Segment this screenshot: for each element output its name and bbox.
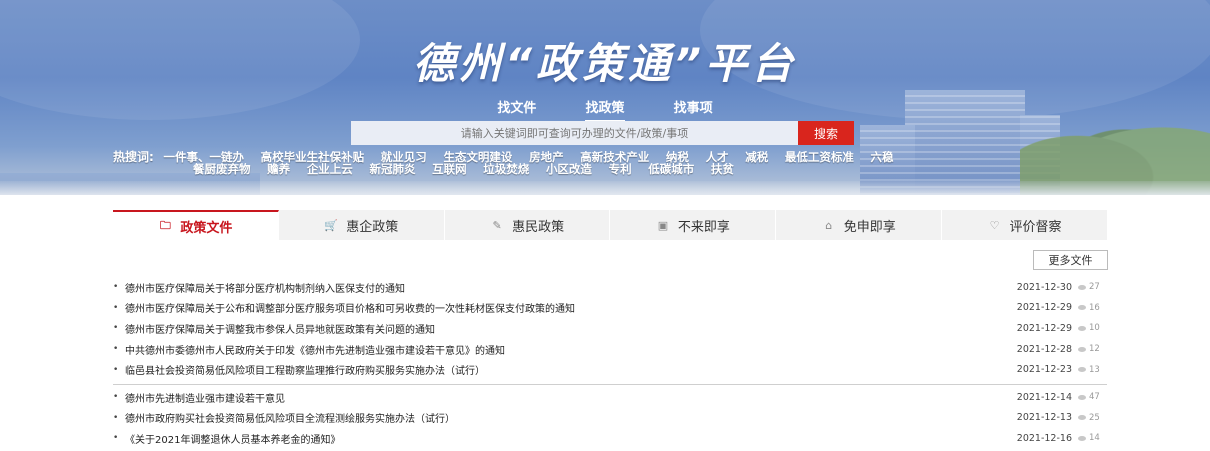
hot-term[interactable]: 垃圾焚烧 — [483, 163, 529, 175]
list-item: • 德州市政府购买社会投资简易低风险项目全流程测绘服务实施办法（试行） 2021… — [113, 408, 1107, 429]
view-count: 14 — [1089, 433, 1100, 444]
document-date: 2021-12-28 — [1016, 343, 1072, 355]
view-count: 10 — [1089, 323, 1100, 334]
eye-icon — [1078, 435, 1086, 441]
tab-find-policies[interactable]: 找政策 — [585, 97, 625, 122]
tab-label: 惠民政策 — [512, 219, 565, 235]
list-item: • 《关于2021年调整退休人员基本养老金的通知》 2021-12-16 14 — [113, 428, 1107, 449]
tab-find-items[interactable]: 找事项 — [674, 97, 713, 120]
document-link[interactable]: 德州市政府购买社会投资简易低风险项目全流程测绘服务实施办法（试行） — [125, 410, 1000, 425]
hot-term[interactable]: 餐厨废弃物 — [193, 163, 251, 175]
heart-icon: ♡ — [989, 218, 1000, 232]
bullet-icon: • — [113, 282, 119, 293]
document-link[interactable]: 德州市先进制造业强市建设若干意见 — [125, 390, 1000, 405]
eye-icon — [1078, 367, 1086, 373]
view-count: 12 — [1089, 344, 1100, 355]
list-item: • 德州市医疗保障局关于公布和调整部分医疗服务项目价格和可另收费的一次性耗材医保… — [113, 298, 1107, 319]
hot-term[interactable]: 企业上云 — [307, 163, 353, 175]
document-link[interactable]: 德州市医疗保障局关于将部分医疗机构制剂纳入医保支付的通知 — [125, 280, 1000, 295]
hot-term[interactable]: 扶贫 — [711, 163, 734, 175]
tab-policy-files[interactable]: 🗀 政策文件 — [113, 210, 279, 240]
hot-term[interactable]: 专利 — [609, 163, 632, 175]
document-link[interactable]: 临邑县社会投资简易低风险项目工程勘察监理推行政府购买服务实施办法（试行） — [125, 362, 1000, 377]
hot-term[interactable]: 互联网 — [432, 163, 467, 175]
hot-term[interactable]: 新冠肺炎 — [369, 163, 415, 175]
more-files-button[interactable]: 更多文件 — [1033, 250, 1108, 270]
document-date: 2021-12-30 — [1016, 281, 1072, 293]
document-link[interactable]: 《关于2021年调整退休人员基本养老金的通知》 — [125, 431, 1000, 446]
bullet-icon: • — [113, 364, 119, 375]
view-count: 25 — [1089, 412, 1100, 423]
cart-icon: 🛒 — [324, 218, 339, 232]
document-link[interactable]: 德州市医疗保障局关于公布和调整部分医疗服务项目价格和可另收费的一次性耗材医保支付… — [125, 300, 1000, 315]
tab-enterprise-policies[interactable]: 🛒 惠企政策 — [279, 210, 445, 240]
bank-icon: ⌂ — [825, 218, 833, 232]
page-title: 德州“政策通”平台 — [412, 39, 798, 88]
bullet-icon: • — [113, 323, 119, 334]
eye-icon — [1078, 284, 1086, 290]
tab-evaluation-supervision[interactable]: ♡ 评价督察 — [942, 210, 1107, 240]
hot-term[interactable]: 最低工资标准 — [785, 151, 854, 163]
eye-icon — [1078, 415, 1086, 421]
document-date: 2021-12-16 — [1016, 432, 1072, 444]
document-list: • 德州市医疗保障局关于将部分医疗机构制剂纳入医保支付的通知 2021-12-3… — [113, 277, 1107, 380]
bullet-icon: • — [113, 433, 119, 444]
category-tabs: 🗀 政策文件 🛒 惠企政策 ✎ 惠民政策 ▣ 不来即享 ⌂ 免申即享 ♡ 评价督… — [113, 210, 1107, 240]
hot-term[interactable]: 低碳城市 — [648, 163, 694, 175]
view-count: 47 — [1089, 392, 1100, 403]
document-link[interactable]: 德州市医疗保障局关于调整我市参保人员异地就医政策有关问题的通知 — [125, 321, 1000, 336]
eye-icon — [1078, 394, 1086, 400]
document-date: 2021-12-14 — [1016, 391, 1072, 403]
hot-term[interactable]: 六稳 — [871, 151, 894, 163]
hot-search-terms: 热搜词: 一件事、一链办 高校毕业生社保补贴 就业见习 生态文明建设 房地产 高… — [113, 151, 1098, 175]
search-button[interactable]: 搜索 — [798, 121, 854, 145]
bullet-icon: • — [113, 392, 119, 403]
edit-icon: ✎ — [492, 218, 502, 232]
tab-citizen-policies[interactable]: ✎ 惠民政策 — [445, 210, 611, 240]
list-item: • 德州市先进制造业强市建设若干意见 2021-12-14 47 — [113, 387, 1107, 408]
search-input[interactable] — [351, 121, 798, 145]
document-date: 2021-12-29 — [1016, 322, 1072, 334]
header-banner: 德州“政策通”平台 找文件 找政策 找事项 搜索 热搜词: 一件事、一链办 高校… — [0, 0, 1210, 195]
hot-term[interactable]: 小区改造 — [546, 163, 592, 175]
tab-label: 惠企政策 — [346, 219, 399, 235]
list-item: • 德州市医疗保障局关于调整我市参保人员异地就医政策有关问题的通知 2021-1… — [113, 318, 1107, 339]
tab-find-files[interactable]: 找文件 — [497, 97, 536, 120]
bullet-icon: • — [113, 302, 119, 313]
document-date: 2021-12-29 — [1016, 302, 1072, 314]
view-count: 16 — [1089, 302, 1100, 313]
eye-icon — [1078, 325, 1086, 331]
document-date: 2021-12-23 — [1016, 364, 1072, 376]
screen-icon: ▣ — [657, 218, 669, 232]
document-link[interactable]: 中共德州市委德州市人民政府关于印发《德州市先进制造业强市建设若干意见》的通知 — [125, 342, 1000, 357]
view-count: 13 — [1089, 364, 1100, 375]
hot-term[interactable]: 减税 — [745, 151, 768, 163]
folder-icon: 🗀 — [159, 218, 171, 232]
list-item: • 中共德州市委德州市人民政府关于印发《德州市先进制造业强市建设若干意见》的通知… — [113, 339, 1107, 360]
hot-term[interactable]: 赡养 — [267, 163, 290, 175]
eye-icon — [1078, 346, 1086, 352]
tab-label: 不来即享 — [677, 219, 730, 235]
document-list: • 德州市先进制造业强市建设若干意见 2021-12-14 47 • 德州市政府… — [113, 384, 1107, 449]
view-count: 27 — [1089, 282, 1100, 293]
list-item: • 德州市医疗保障局关于将部分医疗机构制剂纳入医保支付的通知 2021-12-3… — [113, 277, 1107, 298]
tab-enjoy-without-visit[interactable]: ▣ 不来即享 — [610, 210, 777, 240]
bullet-icon: • — [113, 412, 119, 423]
ground-decoration — [0, 181, 1210, 195]
tab-label: 评价督察 — [1009, 219, 1062, 235]
tab-label: 政策文件 — [180, 220, 233, 236]
hot-search-label: 热搜词: — [113, 150, 154, 164]
search-type-tabs: 找文件 找政策 找事项 — [0, 97, 1210, 122]
bullet-icon: • — [113, 344, 119, 355]
document-date: 2021-12-13 — [1016, 412, 1072, 424]
list-item: • 临邑县社会投资简易低风险项目工程勘察监理推行政府购买服务实施办法（试行） 2… — [113, 359, 1107, 380]
tab-enjoy-without-application[interactable]: ⌂ 免申即享 — [776, 210, 943, 240]
search-bar: 搜索 — [351, 121, 854, 145]
tab-label: 免申即享 — [843, 219, 896, 235]
eye-icon — [1078, 305, 1086, 311]
